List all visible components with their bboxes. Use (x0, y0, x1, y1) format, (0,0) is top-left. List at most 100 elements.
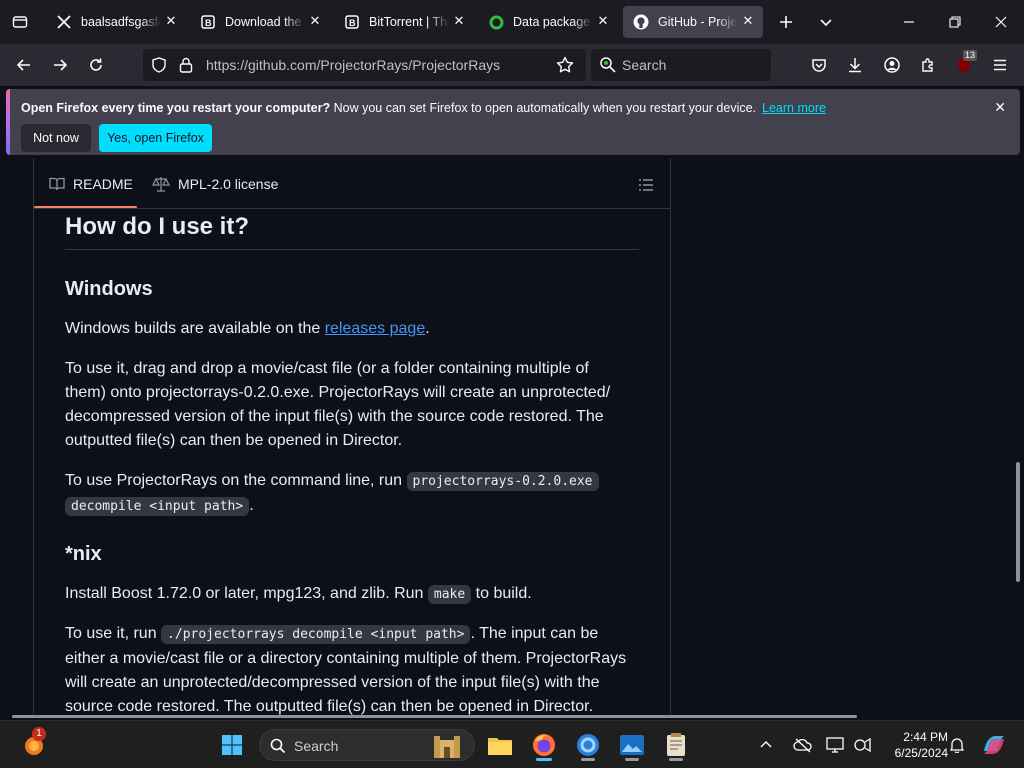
display-icon[interactable] (822, 729, 848, 761)
close-tab-icon[interactable]: ✕ (308, 14, 322, 28)
yes-open-firefox-button[interactable]: Yes, open Firefox (99, 124, 212, 152)
close-tab-icon[interactable]: ✕ (452, 14, 466, 28)
running-indicator (581, 758, 595, 761)
minimize-window-icon[interactable] (893, 6, 925, 38)
heading-windows: Windows (65, 278, 153, 300)
close-tab-icon[interactable]: ✕ (741, 14, 755, 28)
text: Windows builds are available on the (65, 320, 325, 337)
text: To use it, run (65, 625, 162, 642)
firefox-view-icon[interactable] (4, 6, 36, 38)
firefox-icon[interactable] (528, 729, 560, 761)
heading-how-do-i-use-it: How do I use it? (65, 213, 249, 240)
taskbar-search-box[interactable]: Search (259, 729, 475, 761)
ublock-origin-icon[interactable]: 13 (948, 49, 980, 81)
lock-icon[interactable] (179, 57, 193, 78)
releases-page-link[interactable]: releases page (325, 320, 426, 337)
pocket-icon[interactable] (803, 49, 835, 81)
new-tab-plus-icon[interactable] (770, 6, 802, 38)
navigation-toolbar: https://github.com/ProjectorRays/Project… (0, 44, 1024, 86)
browser-tab-3[interactable]: B BitTorrent | The W ✕ (334, 6, 474, 38)
file-explorer-icon[interactable] (484, 729, 516, 761)
tab-title: BitTorrent | The W (369, 15, 449, 29)
tab-title: baalsadfsgasfd ( (81, 15, 161, 29)
reload-icon[interactable] (80, 49, 112, 81)
close-notification-icon[interactable]: ✕ (994, 99, 1006, 116)
running-indicator (669, 758, 683, 761)
bookmark-star-icon[interactable] (556, 56, 574, 79)
notification-text: Now you can set Firefox to open automati… (330, 101, 757, 115)
inline-code: decompile <input path> (65, 497, 250, 516)
clock-time: 2:44 PM (903, 730, 948, 744)
text-line: outputted file(s) can then be opened in … (65, 432, 403, 449)
photos-app-icon[interactable] (616, 729, 648, 761)
show-hidden-icons-chevron-icon[interactable] (756, 729, 776, 761)
windows-start-icon[interactable] (216, 729, 248, 761)
paragraph-nix-usage: To use it, run ./projectorrays decompile… (65, 622, 626, 718)
browser-tab-1[interactable]: baalsadfsgasfd ( ✕ (46, 6, 186, 38)
search-engine-icon (599, 56, 617, 79)
paragraph-drag-drop: To use it, drag and drop a movie/cast fi… (65, 357, 610, 453)
notification-bell-icon[interactable] (944, 729, 970, 761)
text-line: will create an unprotected/decompressed … (65, 674, 600, 691)
extension-badge: 13 (963, 50, 978, 61)
svg-text:B: B (205, 18, 212, 28)
running-indicator (625, 758, 639, 761)
weather-widget-icon[interactable]: 1 (18, 727, 50, 761)
browser-tab-4[interactable]: Data package fro ✕ (478, 6, 618, 38)
close-window-icon[interactable] (985, 6, 1017, 38)
notepad-app-icon[interactable] (660, 729, 692, 761)
law-scale-icon (152, 177, 170, 192)
data-ring-icon (488, 14, 504, 30)
not-now-button[interactable]: Not now (21, 124, 91, 152)
vertical-scrollbar-thumb[interactable] (1016, 462, 1020, 582)
text: . The input can be (470, 625, 599, 642)
copilot-icon[interactable] (978, 729, 1010, 761)
notification-message: Open Firefox every time you restart your… (21, 101, 826, 115)
tab-title: Download the Bi (225, 15, 305, 29)
x-logo-icon (56, 14, 72, 30)
url-text[interactable]: https://github.com/ProjectorRays/Project… (206, 57, 500, 73)
tab-readme[interactable]: README (49, 176, 133, 192)
close-tab-icon[interactable]: ✕ (596, 14, 610, 28)
browser-tab-2[interactable]: B Download the Bi ✕ (190, 6, 330, 38)
bittorrent-b-icon: B (200, 14, 216, 30)
search-bar[interactable]: Search (591, 49, 771, 81)
close-tab-icon[interactable]: ✕ (164, 14, 178, 28)
system-clock[interactable]: 2:44 PM 6/25/2024 (880, 729, 948, 761)
text: Install Boost 1.72.0 or later, mpg123, a… (65, 585, 428, 602)
list-all-tabs-chevron-icon[interactable] (810, 6, 842, 38)
edge-browser-icon[interactable] (572, 729, 604, 761)
readme-header: README MPL-2.0 license (34, 158, 670, 209)
search-highlight-castle-icon (432, 732, 462, 765)
book-icon (49, 177, 65, 191)
active-tab-underline (34, 206, 137, 208)
text: . (249, 497, 254, 514)
account-icon[interactable] (876, 49, 908, 81)
downloads-icon[interactable] (839, 49, 871, 81)
browser-tab-5-active[interactable]: GitHub - Projecto ✕ (623, 6, 763, 38)
learn-more-link[interactable]: Learn more (762, 101, 826, 115)
restore-window-icon[interactable] (939, 6, 971, 38)
address-bar[interactable]: https://github.com/ProjectorRays/Project… (143, 49, 586, 81)
heading-nix: *nix (65, 543, 102, 565)
onedrive-offline-icon[interactable] (790, 729, 816, 761)
notification-bold-text: Open Firefox every time you restart your… (21, 101, 331, 115)
text-line: them) onto projectorrays-0.2.0.exe. Proj… (65, 384, 611, 401)
paragraph-install-boost: Install Boost 1.72.0 or later, mpg123, a… (65, 582, 532, 607)
extensions-puzzle-icon[interactable] (912, 49, 944, 81)
network-speaker-icon[interactable] (850, 729, 876, 761)
hamburger-menu-icon[interactable] (984, 49, 1016, 81)
paragraph-windows-builds: Windows builds are available on the rele… (65, 317, 430, 341)
horizontal-scrollbar-thumb[interactable] (12, 715, 857, 718)
forward-arrow-icon[interactable] (44, 49, 76, 81)
tab-license[interactable]: MPL-2.0 license (152, 176, 278, 192)
back-arrow-icon[interactable] (8, 49, 40, 81)
clock-date: 6/25/2024 (894, 746, 948, 760)
search-placeholder: Search (622, 57, 667, 73)
tab-title: GitHub - Projecto (658, 15, 738, 29)
bittorrent-b-icon: B (344, 14, 360, 30)
text: To use ProjectorRays on the command line… (65, 472, 407, 489)
outline-list-icon[interactable] (638, 177, 654, 198)
shield-icon[interactable] (151, 57, 167, 78)
text: to build. (471, 585, 532, 602)
